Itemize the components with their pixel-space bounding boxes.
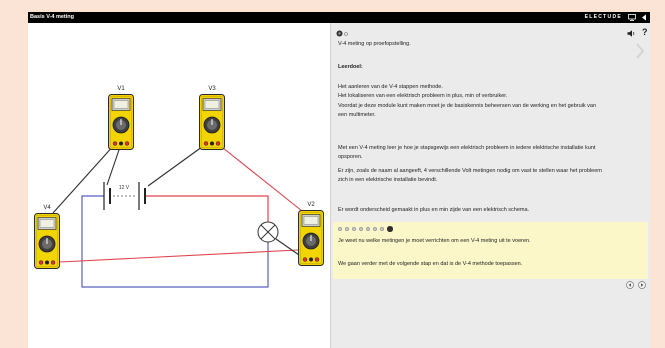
text-line: Het lokaliseren van een elektrisch probl… — [338, 92, 508, 99]
previous-button[interactable] — [626, 281, 634, 289]
small-circle-icon — [344, 31, 348, 36]
fullscreen-button[interactable] — [628, 14, 636, 21]
progress-dot[interactable] — [338, 227, 342, 231]
text-line: zich in een elektrische installatie bevi… — [338, 176, 438, 183]
indicator-button[interactable] — [344, 31, 348, 36]
multimeter-v3 — [199, 94, 225, 150]
progress-dot[interactable] — [352, 227, 356, 231]
meter-label-v1: V1 — [117, 86, 125, 92]
previous-icon — [626, 281, 634, 289]
wire-plus-side — [145, 195, 269, 222]
probe-wire-v4-v2 — [59, 249, 299, 263]
lesson-panel: ? V-4 meting op proefopstelling. Leerdoe… — [330, 23, 650, 348]
next-icon — [638, 281, 646, 289]
text-line: Met een V-4 meting leer je hoe je stapsg… — [338, 145, 596, 151]
chevron-right-icon — [636, 43, 645, 59]
summary-box: Je weet nu welke metingen je moet verric… — [333, 222, 648, 279]
subtitle-text: V-4 meting op proefopstelling. — [338, 41, 411, 47]
meter-label-v4: V4 — [43, 205, 51, 211]
text-line: Er wordt onderscheid gemaakt in plus en … — [338, 207, 530, 213]
progress-dot[interactable] — [366, 227, 370, 231]
collapse-button[interactable] — [641, 14, 647, 21]
monitor-icon — [628, 14, 636, 21]
multimeter-v2 — [298, 210, 324, 266]
title-bar: Basis V-4 meting ELECTUDE — [28, 12, 650, 23]
diagram-panel: 12 V V1 V3 V4 V2 — [28, 23, 330, 348]
page: { "window": { "title": "Basis V-4 meting… — [0, 0, 665, 348]
summary-line: Je weet nu welke metingen je moet verric… — [338, 237, 531, 246]
progress-dot[interactable] — [373, 227, 377, 231]
record-icon — [336, 30, 343, 37]
intro-paragraph: Met een V-4 meting leer je hoe je stapsg… — [338, 144, 595, 161]
distinction-paragraph: Er wordt onderscheid gemaakt in plus en … — [338, 206, 529, 215]
probe-wire-v1-v4 — [52, 143, 116, 214]
multimeter-v1 — [108, 94, 134, 150]
circuit-diagram: 12 V V1 V3 V4 V2 — [34, 86, 324, 288]
text-line: Je weet nu welke metingen je moet verric… — [338, 238, 531, 244]
battery-voltage-label: 12 V — [119, 185, 130, 191]
speaker-icon — [627, 30, 635, 37]
goal-heading-text: Leerdoel: — [338, 64, 363, 70]
window-title: Basis V-4 meting — [30, 14, 75, 20]
progress-dot[interactable] — [380, 227, 384, 231]
probe-wire-v3-battery — [147, 143, 207, 187]
text-line: Het aanleren van de V-4 stappen methode. — [338, 84, 443, 90]
method-paragraph: Er zijn, zoals de naam al aangeeft, 4 ve… — [338, 167, 602, 184]
goal-heading: Leerdoel: — [338, 63, 363, 72]
text-line: We gaan verder met de volgende stap en d… — [338, 261, 523, 267]
meter-label-v2: V2 — [307, 202, 315, 208]
audio-button[interactable] — [627, 30, 636, 37]
probe-wire-lamp-v2 — [275, 238, 300, 256]
prerequisite-paragraph: Voordat je deze module kunt maken moet j… — [338, 102, 596, 119]
text-line: opsporen. — [338, 153, 363, 160]
lesson-window: Basis V-4 meting ELECTUDE 12 V V1 V3 V4 … — [28, 12, 650, 348]
caret-left-icon — [642, 14, 646, 21]
record-button[interactable] — [336, 30, 343, 37]
text-line: een multimeter. — [338, 111, 376, 118]
brand-logo: ELECTUDE — [584, 14, 622, 20]
probe-wire-v3-v2 — [217, 143, 303, 212]
summary-line: We gaan verder met de volgende stap en d… — [338, 260, 522, 269]
text-line: Voordat je deze module kunt maken moet j… — [338, 103, 597, 109]
battery: 12 V — [103, 182, 146, 210]
goal-paragraph: Het aanleren van de V-4 stappen methode.… — [338, 83, 507, 100]
progress-dot[interactable] — [359, 227, 363, 231]
wire-minus-side — [81, 195, 269, 288]
progress-dots — [338, 226, 396, 232]
lesson-subtitle: V-4 meting op proefopstelling. — [338, 40, 411, 49]
lamp — [257, 221, 279, 243]
help-icon[interactable]: ? — [642, 27, 648, 37]
next-button[interactable] — [638, 281, 646, 289]
next-page-button[interactable] — [635, 43, 645, 59]
multimeter-v4 — [34, 213, 60, 269]
progress-dot[interactable] — [345, 227, 349, 231]
meter-label-v3: V3 — [208, 86, 216, 92]
text-line: Er zijn, zoals de naam al aangeeft, 4 ve… — [338, 168, 602, 174]
progress-dot-current[interactable] — [387, 226, 393, 232]
